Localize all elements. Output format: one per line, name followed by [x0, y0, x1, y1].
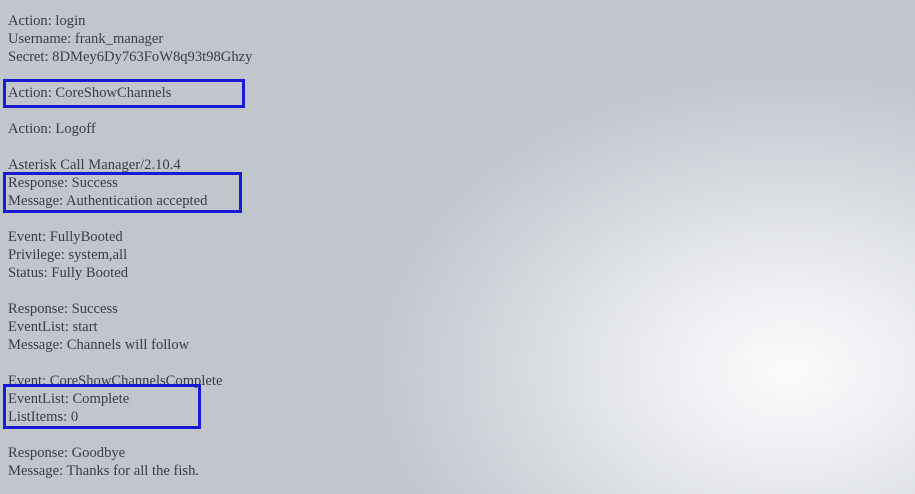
log-line-response-goodbye: Response: Goodbye [8, 445, 126, 461]
log-line-eventlist-complete: EventList: Complete [8, 391, 130, 407]
log-line-banner: Asterisk Call Manager/2.10.4 [8, 157, 181, 173]
log-line-listitems: ListItems: 0 [8, 409, 79, 425]
log-line-event-fullybooted: Event: FullyBooted [8, 229, 123, 245]
log-line-channels-follow: Message: Channels will follow [8, 337, 190, 353]
log-line-action-coreshowchannels: Action: CoreShowChannels [8, 85, 172, 101]
log-line-action-logoff: Action: Logoff [8, 121, 96, 137]
log-line-response-success: Response: Success [8, 175, 118, 191]
log-line-auth-accepted: Message: Authentication accepted [8, 193, 208, 209]
log-line-event-complete: Event: CoreShowChannelsComplete [8, 373, 223, 389]
log-line-username: Username: frank_manager [8, 31, 164, 47]
log-line-secret: Secret: 8DMey6Dy763FoW8q93t98Ghzy [8, 49, 253, 65]
log-line-response-success: Response: Success [8, 301, 118, 317]
log-line-status: Status: Fully Booted [8, 265, 129, 281]
ami-session-log: Action: login Username: frank_manager Se… [8, 12, 252, 480]
log-line-eventlist-start: EventList: start [8, 319, 98, 335]
log-line-thanks: Message: Thanks for all the fish. [8, 463, 200, 479]
log-line-privilege: Privilege: system,all [8, 247, 128, 263]
log-line-action-login: Action: login [8, 13, 86, 29]
